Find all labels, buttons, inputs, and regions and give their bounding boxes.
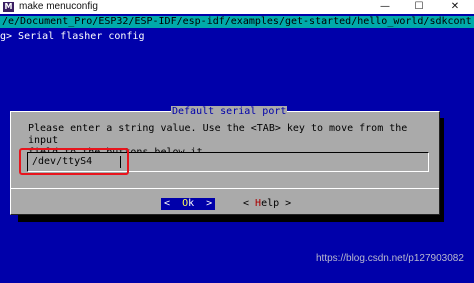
help-button-rest: elp >	[261, 198, 292, 209]
ok-button[interactable]: < Ok >	[161, 198, 216, 210]
close-button[interactable]: ✕	[438, 0, 472, 14]
ok-button-rest: k >	[188, 198, 213, 209]
terminal-area[interactable]: /e/Document_Pro/ESP32/ESP-IDF/esp-idf/ex…	[0, 14, 474, 283]
app-icon: M	[3, 2, 14, 12]
dialog-title: Default serial port	[171, 106, 288, 118]
title-bar: M make menuconfig — ☐ ✕	[0, 0, 474, 14]
terminal-window: M make menuconfig — ☐ ✕ /e/Document_Pro/…	[0, 0, 474, 283]
prompt-line-1: Please enter a string value. Use the <TA…	[28, 123, 408, 146]
string-input-dialog: Default serial port Please enter a strin…	[10, 106, 440, 215]
button-separator	[11, 188, 439, 189]
maximize-button[interactable]: ☐	[402, 0, 436, 14]
highlight-annotation	[19, 148, 129, 175]
minimize-button[interactable]: —	[368, 0, 402, 14]
breadcrumb: g> Serial flasher config	[0, 31, 145, 42]
config-path-bar: /e/Document_Pro/ESP32/ESP-IDF/esp-idf/ex…	[0, 16, 474, 28]
help-button-prefix: <	[243, 198, 256, 209]
watermark: https://blog.csdn.net/p127903082	[316, 253, 464, 264]
ok-button-prefix: <	[164, 198, 183, 209]
help-button[interactable]: < Help >	[241, 198, 293, 210]
window-title: make menuconfig	[19, 1, 98, 12]
